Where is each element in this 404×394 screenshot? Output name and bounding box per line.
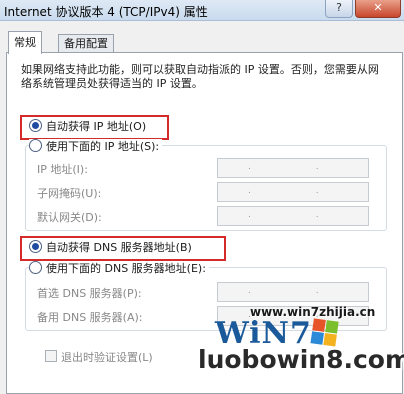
preferred-dns-label: 首选 DNS 服务器(P): — [37, 287, 142, 300]
radio-checked-icon — [29, 119, 42, 132]
flag-red-pane — [312, 318, 326, 332]
radio-manual-dns[interactable]: 使用下面的 DNS 服务器地址(E): — [29, 261, 209, 277]
window-title: Internet 协议版本 4 (TCP/IPv4) 属性 — [4, 5, 208, 19]
checkbox-icon — [45, 350, 57, 362]
radio-auto-dns[interactable]: 自动获得 DNS 服务器地址(B) — [29, 240, 192, 256]
tab-general[interactable]: 常规 — [8, 31, 42, 54]
title-bar: Internet 协议版本 4 (TCP/IPv4) 属性 ? ✕ — [0, 0, 404, 21]
close-button[interactable]: ✕ — [355, 0, 401, 18]
help-icon: ? — [336, 1, 342, 14]
radio-manual-dns-label: 使用下面的 DNS 服务器地址(E): — [46, 262, 206, 275]
default-gateway-field[interactable]: . . . — [217, 206, 369, 226]
ip-address-field[interactable]: . . . — [217, 158, 369, 178]
close-icon: ✕ — [373, 1, 383, 14]
flag-green-pane — [325, 320, 339, 334]
help-button[interactable]: ? — [325, 0, 353, 18]
subnet-mask-field[interactable]: . . . — [217, 182, 369, 202]
windows-flag-icon — [310, 318, 339, 347]
validate-on-exit-label: 退出时验证设置(L) — [61, 351, 153, 364]
radio-unchecked-icon — [29, 139, 42, 152]
radio-manual-ip-label: 使用下面的 IP 地址(S): — [46, 140, 160, 153]
radio-auto-ip[interactable]: 自动获得 IP 地址(O) — [29, 119, 146, 135]
ip-address-label: IP 地址(I): — [37, 163, 88, 176]
preferred-dns-field[interactable]: . . . — [217, 282, 369, 302]
flag-blue-pane — [310, 331, 325, 345]
description-text: 如果网络支持此功能，则可以获取自动指派的 IP 设置。否则，您需要从网络系统管理… — [21, 63, 379, 90]
default-gateway-label: 默认网关(D): — [37, 211, 102, 224]
radio-manual-ip[interactable]: 使用下面的 IP 地址(S): — [29, 139, 163, 155]
radio-unchecked-icon — [29, 261, 42, 274]
watermark-site: luobowin8.com — [198, 345, 404, 374]
tab-alternate-config[interactable]: 备用配置 — [58, 34, 114, 53]
tab-panel-general: 如果网络支持此功能，则可以获取自动指派的 IP 设置。否则，您需要从网络系统管理… — [6, 52, 403, 394]
alternate-dns-label: 备用 DNS 服务器(A): — [37, 311, 143, 324]
validate-on-exit-checkbox[interactable]: 退出时验证设置(L) — [45, 349, 153, 365]
subnet-mask-label: 子网掩码(U): — [37, 187, 102, 200]
radio-checked-icon — [29, 240, 42, 253]
radio-auto-ip-label: 自动获得 IP 地址(O) — [46, 120, 147, 133]
radio-auto-dns-label: 自动获得 DNS 服务器地址(B) — [46, 241, 192, 254]
